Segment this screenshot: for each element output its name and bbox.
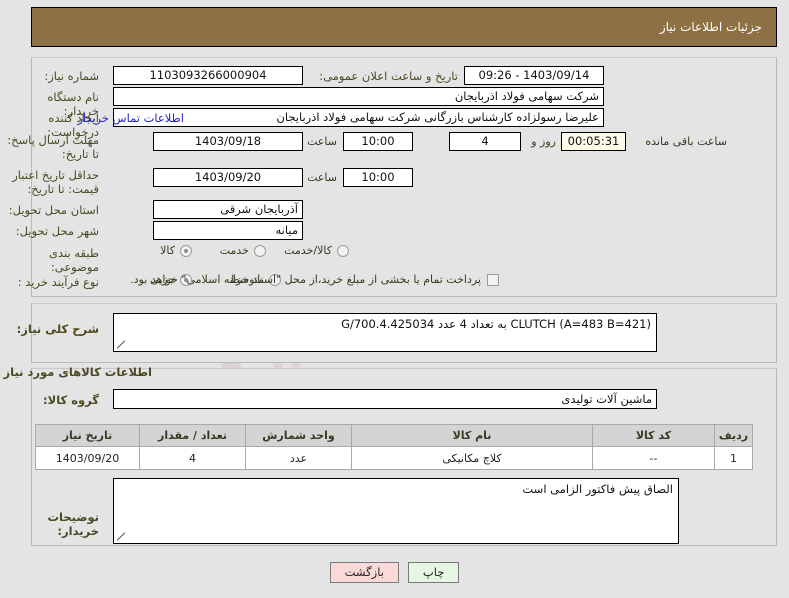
col-header-unit: واحد شمارش bbox=[245, 424, 352, 447]
price-validity-time: 10:00 bbox=[343, 168, 413, 187]
goods-group-label: گروه کالا: bbox=[43, 393, 99, 407]
summary-textarea[interactable]: (A=483 B=421) CLUTCH به تعداد 4 عدد G/70… bbox=[113, 313, 657, 352]
cell-radif: 1 bbox=[714, 446, 753, 470]
print-button[interactable]: چاپ bbox=[407, 562, 460, 583]
response-deadline-remaining: 00:05:31 bbox=[561, 132, 626, 151]
col-header-need-date: تاریخ نیاز bbox=[35, 424, 140, 447]
response-deadline-remaining-label: ساعت باقی مانده bbox=[645, 135, 727, 148]
radio-subject-kala-khedmat[interactable]: کالا/خدمت bbox=[284, 244, 349, 257]
announce-datetime-label: تاریخ و ساعت اعلان عمومی: bbox=[319, 69, 458, 83]
response-deadline-date: 1403/09/18 bbox=[153, 132, 303, 151]
page-title-bar: جزئیات اطلاعات نیاز bbox=[31, 7, 777, 47]
cell-code: -- bbox=[592, 446, 715, 470]
radio-subject-kala-dot bbox=[180, 244, 192, 257]
response-deadline-days-label: روز و bbox=[531, 135, 556, 148]
purchase-process-label: نوع فرآیند خرید : bbox=[17, 275, 99, 289]
need-number-value: 1103093266000904 bbox=[113, 66, 303, 85]
col-header-name: نام کالا bbox=[351, 424, 593, 447]
buyer-notes-label: توضیحات خریدار: bbox=[47, 510, 100, 538]
radio-subject-khedmat[interactable]: خدمت bbox=[220, 244, 266, 257]
buyer-notes-value: الصاق پیش فاکتور الزامی است bbox=[522, 482, 673, 496]
delivery-province-label: استان محل تحویل: bbox=[8, 203, 99, 217]
cell-name: کلاچ مکانیکی bbox=[351, 446, 593, 470]
delivery-city-label: شهر محل تحویل: bbox=[15, 224, 99, 238]
buyer-org-value: شرکت سهامی فولاد اذربایجان bbox=[113, 87, 604, 106]
need-number-label: شماره نیاز: bbox=[44, 69, 99, 83]
table-row: 1 -- کلاچ مکانیکی عدد 4 1403/09/20 bbox=[35, 446, 753, 470]
radio-subject-kala-khedmat-label: کالا/خدمت bbox=[284, 244, 332, 257]
response-deadline-label: مهلت ارسال پاسخ: تا تاریخ: bbox=[7, 133, 99, 161]
buyer-contact-link[interactable]: اطلاعات تماس خریدار bbox=[77, 111, 184, 125]
treasury-note-label: پرداخت تمام یا بخشی از مبلغ خرید،از محل … bbox=[130, 273, 481, 286]
request-creator-value: علیرضا رسولزاده کارشناس بازرگانی شرکت سه… bbox=[113, 108, 604, 127]
delivery-province-value: آذربایجان شرقی bbox=[153, 200, 303, 219]
radio-subject-khedmat-label: خدمت bbox=[219, 244, 249, 257]
price-validity-label: حداقل تاریخ اعتبار قیمت: تا تاریخ: bbox=[12, 168, 99, 196]
goods-table: ردیف کد کالا نام کالا واحد شمارش تعداد /… bbox=[35, 424, 753, 470]
treasury-note-checkbox[interactable]: پرداخت تمام یا بخشی از مبلغ خرید،از محل … bbox=[130, 273, 499, 286]
action-button-row: بازگشت چاپ bbox=[0, 562, 789, 583]
price-validity-time-label: ساعت bbox=[307, 171, 337, 184]
need-details-page: جزئیات اطلاعات نیاز شماره نیاز: 11030932… bbox=[0, 0, 789, 598]
subject-category-label: طبقه بندی موضوعی: bbox=[49, 246, 99, 274]
price-validity-date: 1403/09/20 bbox=[153, 168, 303, 187]
goods-group-value: ماشین آلات تولیدی bbox=[113, 389, 657, 409]
page-title: جزئیات اطلاعات نیاز bbox=[659, 20, 762, 34]
summary-label: شرح کلی نیاز: bbox=[16, 322, 99, 336]
goods-section-heading: اطلاعات کالاهای مورد نیاز bbox=[3, 365, 152, 379]
cell-need-date: 1403/09/20 bbox=[35, 446, 140, 470]
col-header-quantity: تعداد / مقدار bbox=[139, 424, 246, 447]
resize-grip-icon[interactable] bbox=[116, 532, 126, 542]
resize-grip-icon[interactable] bbox=[116, 340, 126, 350]
response-deadline-days: 4 bbox=[449, 132, 521, 151]
buyer-notes-textarea[interactable]: الصاق پیش فاکتور الزامی است bbox=[113, 478, 679, 544]
radio-subject-kala-label: کالا bbox=[160, 244, 175, 257]
goods-table-header-row: ردیف کد کالا نام کالا واحد شمارش تعداد /… bbox=[35, 424, 753, 447]
col-header-code: کد کالا bbox=[592, 424, 715, 447]
cell-unit: عدد bbox=[245, 446, 352, 470]
back-button[interactable]: بازگشت bbox=[329, 562, 399, 583]
response-deadline-time-label: ساعت bbox=[307, 135, 337, 148]
radio-subject-kala[interactable]: کالا bbox=[160, 244, 192, 257]
cell-quantity: 4 bbox=[139, 446, 246, 470]
checkbox-box-icon bbox=[487, 273, 499, 286]
announce-datetime-value: 1403/09/14 - 09:26 bbox=[464, 66, 604, 85]
summary-value: (A=483 B=421) CLUTCH به تعداد 4 عدد G/70… bbox=[341, 317, 651, 331]
delivery-city-value: میانه bbox=[153, 221, 303, 240]
radio-subject-kala-khedmat-dot bbox=[337, 244, 349, 257]
col-header-radif: ردیف bbox=[714, 424, 753, 447]
radio-subject-khedmat-dot bbox=[254, 244, 266, 257]
response-deadline-time: 10:00 bbox=[343, 132, 413, 151]
